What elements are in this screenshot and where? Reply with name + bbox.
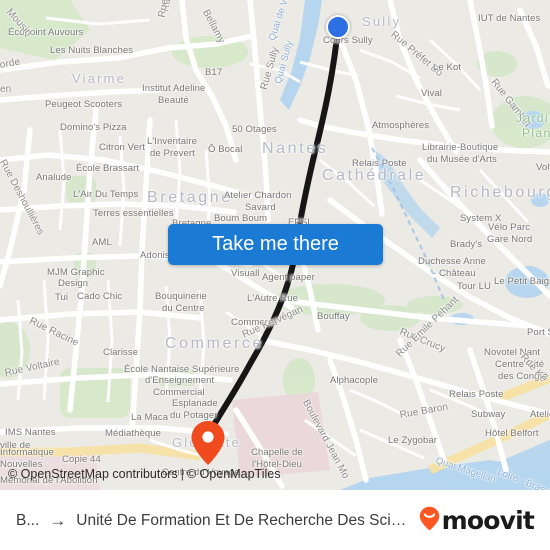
footer-bar: B... → Unité De Formation Et De Recherch…: [0, 490, 550, 550]
destination-marker[interactable]: [190, 420, 226, 466]
openmaptiles-attribution-link[interactable]: © OpenMapTiles: [187, 467, 281, 481]
map-attribution: © OpenStreetMap contributors | © OpenMapTi…: [0, 462, 550, 486]
moovit-logo[interactable]: moovit: [419, 506, 535, 536]
map-canvas[interactable]: Écopoint Auvours Les Nuits Blanches Viarme…: [0, 0, 550, 490]
moovit-map-screen: Écopoint Auvours Les Nuits Blanches Viarme…: [0, 0, 550, 550]
moovit-pin-icon: [419, 506, 440, 536]
osm-attribution-link[interactable]: © OpenStreetMap contributors: [8, 467, 178, 481]
route-summary[interactable]: B... → Unité De Formation Et De Recherch…: [16, 511, 407, 531]
origin-marker[interactable]: [326, 15, 350, 39]
route-destination-label: Unité De Formation Et De Recherche Des S…: [76, 511, 407, 529]
arrow-right-icon: →: [49, 510, 67, 530]
attribution-separator: |: [180, 467, 184, 481]
moovit-wordmark: moovit: [441, 506, 535, 535]
take-me-there-label: Take me there: [212, 233, 339, 255]
take-me-there-button[interactable]: Take me there: [168, 224, 383, 265]
route-origin-label: B...: [16, 511, 40, 529]
